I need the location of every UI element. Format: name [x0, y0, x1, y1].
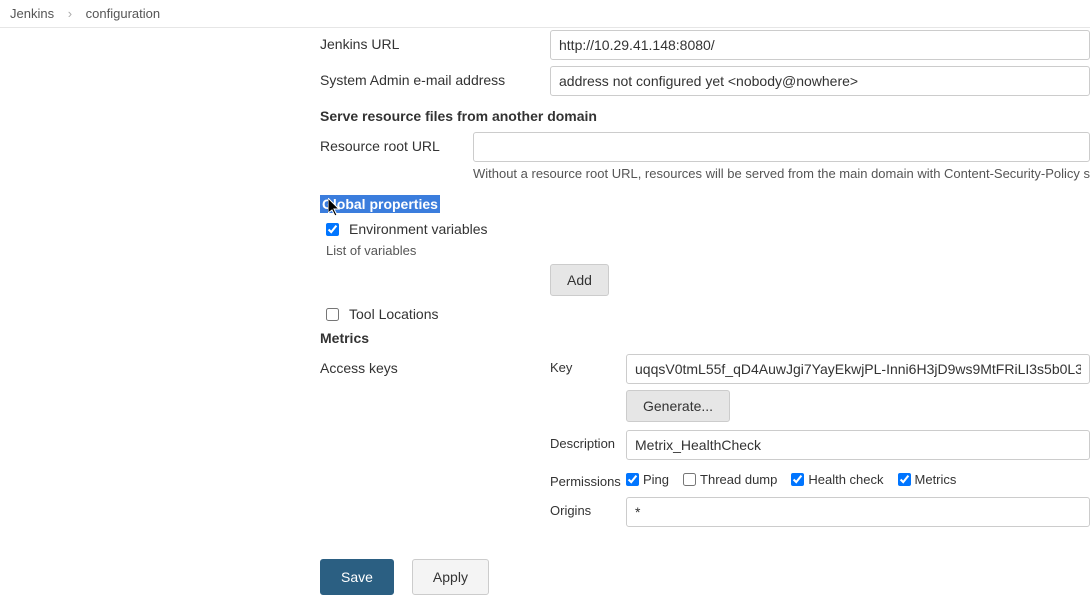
- chevron-right-icon: ›: [68, 6, 72, 21]
- admin-email-label: System Admin e-mail address: [320, 66, 550, 88]
- perm-ping-checkbox[interactable]: [626, 473, 639, 486]
- save-button[interactable]: Save: [320, 559, 394, 595]
- permissions-label: Permissions: [550, 468, 626, 489]
- add-variable-button[interactable]: Add: [550, 264, 609, 296]
- perm-health-checkbox[interactable]: [791, 473, 804, 486]
- resource-root-url-input[interactable]: [473, 132, 1090, 162]
- key-input[interactable]: [626, 354, 1090, 384]
- tool-locations-checkbox[interactable]: [326, 308, 339, 321]
- access-keys-label: Access keys: [320, 354, 550, 376]
- perm-ping[interactable]: Ping: [626, 472, 669, 487]
- generate-button[interactable]: Generate...: [626, 390, 730, 422]
- list-of-variables-label: List of variables: [326, 243, 1090, 258]
- breadcrumb-page[interactable]: configuration: [86, 6, 160, 21]
- breadcrumb-root[interactable]: Jenkins: [10, 6, 54, 21]
- jenkins-url-label: Jenkins URL: [320, 30, 550, 52]
- perm-health[interactable]: Health check: [791, 472, 883, 487]
- perm-thread[interactable]: Thread dump: [683, 472, 777, 487]
- resource-help-text: Without a resource root URL, resources w…: [473, 166, 1090, 181]
- breadcrumb: Jenkins › configuration: [0, 0, 1090, 28]
- description-label: Description: [550, 430, 626, 451]
- key-label: Key: [550, 354, 626, 375]
- metrics-section-title: Metrics: [320, 330, 1090, 346]
- resource-root-url-label: Resource root URL: [320, 132, 473, 154]
- origins-label: Origins: [550, 497, 626, 518]
- resource-section-title: Serve resource files from another domain: [320, 108, 1090, 124]
- apply-button[interactable]: Apply: [412, 559, 489, 595]
- admin-email-input[interactable]: [550, 66, 1090, 96]
- perm-metrics[interactable]: Metrics: [898, 472, 957, 487]
- global-properties-title: Global properties: [320, 195, 440, 213]
- description-input[interactable]: [626, 430, 1090, 460]
- tool-locations-label: Tool Locations: [349, 306, 439, 322]
- perm-metrics-checkbox[interactable]: [898, 473, 911, 486]
- perm-thread-checkbox[interactable]: [683, 473, 696, 486]
- jenkins-url-input[interactable]: [550, 30, 1090, 60]
- env-vars-label: Environment variables: [349, 221, 488, 237]
- env-vars-checkbox[interactable]: [326, 223, 339, 236]
